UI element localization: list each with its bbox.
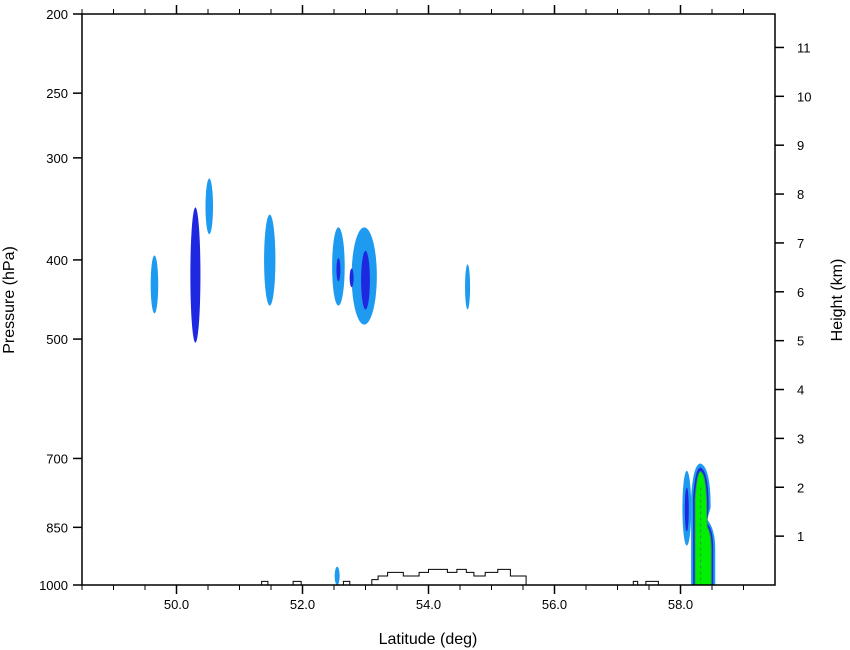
contour-blob-level1 <box>205 178 214 235</box>
pressure-tick-label: 200 <box>46 7 68 22</box>
height-tick-label: 3 <box>797 431 804 446</box>
pressure-tick-label: 500 <box>46 332 68 347</box>
height-tick-label: 8 <box>797 187 804 202</box>
contour-blob-level2 <box>349 268 354 288</box>
x-tick-label: 58.0 <box>668 597 693 612</box>
cross-section-chart: 50.0 52.0 54.0 56.0 58.020025030040050070085… <box>1 5 846 648</box>
plot-area <box>81 13 776 586</box>
height-tick-label: 10 <box>797 89 811 104</box>
pressure-tick-label: 400 <box>46 253 68 268</box>
pressure-tick-label: 300 <box>46 151 68 166</box>
contour-blob-level2 <box>190 207 201 343</box>
pressure-tick-label: 850 <box>46 520 68 535</box>
x-tick-label: 56.0 <box>542 597 567 612</box>
contour-blob-level1 <box>150 255 159 314</box>
x-axis-label: Latitude (deg) <box>379 631 478 648</box>
plot-background <box>82 14 775 585</box>
height-tick-label: 6 <box>797 285 804 300</box>
pressure-tick-label: 1000 <box>39 578 68 593</box>
height-tick-label: 9 <box>797 138 804 153</box>
x-tick-label: 54.0 <box>416 597 441 612</box>
height-tick-label: 7 <box>797 236 804 251</box>
height-tick-label: 11 <box>797 40 811 55</box>
x-tick-label: 50.0 <box>164 597 189 612</box>
height-tick-label: 5 <box>797 334 804 349</box>
contour-blob-level2 <box>336 258 341 282</box>
height-tick-label: 1 <box>797 529 804 544</box>
pressure-tick-label: 250 <box>46 86 68 101</box>
contour-blob-level1 <box>465 264 471 310</box>
height-tick-label: 2 <box>797 480 804 495</box>
x-tick-label: 52.0 <box>290 597 315 612</box>
contour-blob-level1 <box>264 214 276 306</box>
height-tick-label: 4 <box>797 383 804 398</box>
y-axis-right-label: Height (km) <box>829 259 846 342</box>
pressure-tick-label: 700 <box>46 451 68 466</box>
contour-blob-level2 <box>361 250 370 310</box>
contour-blob-level2 <box>684 487 689 532</box>
y-axis-left-label: Pressure (hPa) <box>1 246 18 354</box>
contour-blob-level1 <box>334 566 340 585</box>
